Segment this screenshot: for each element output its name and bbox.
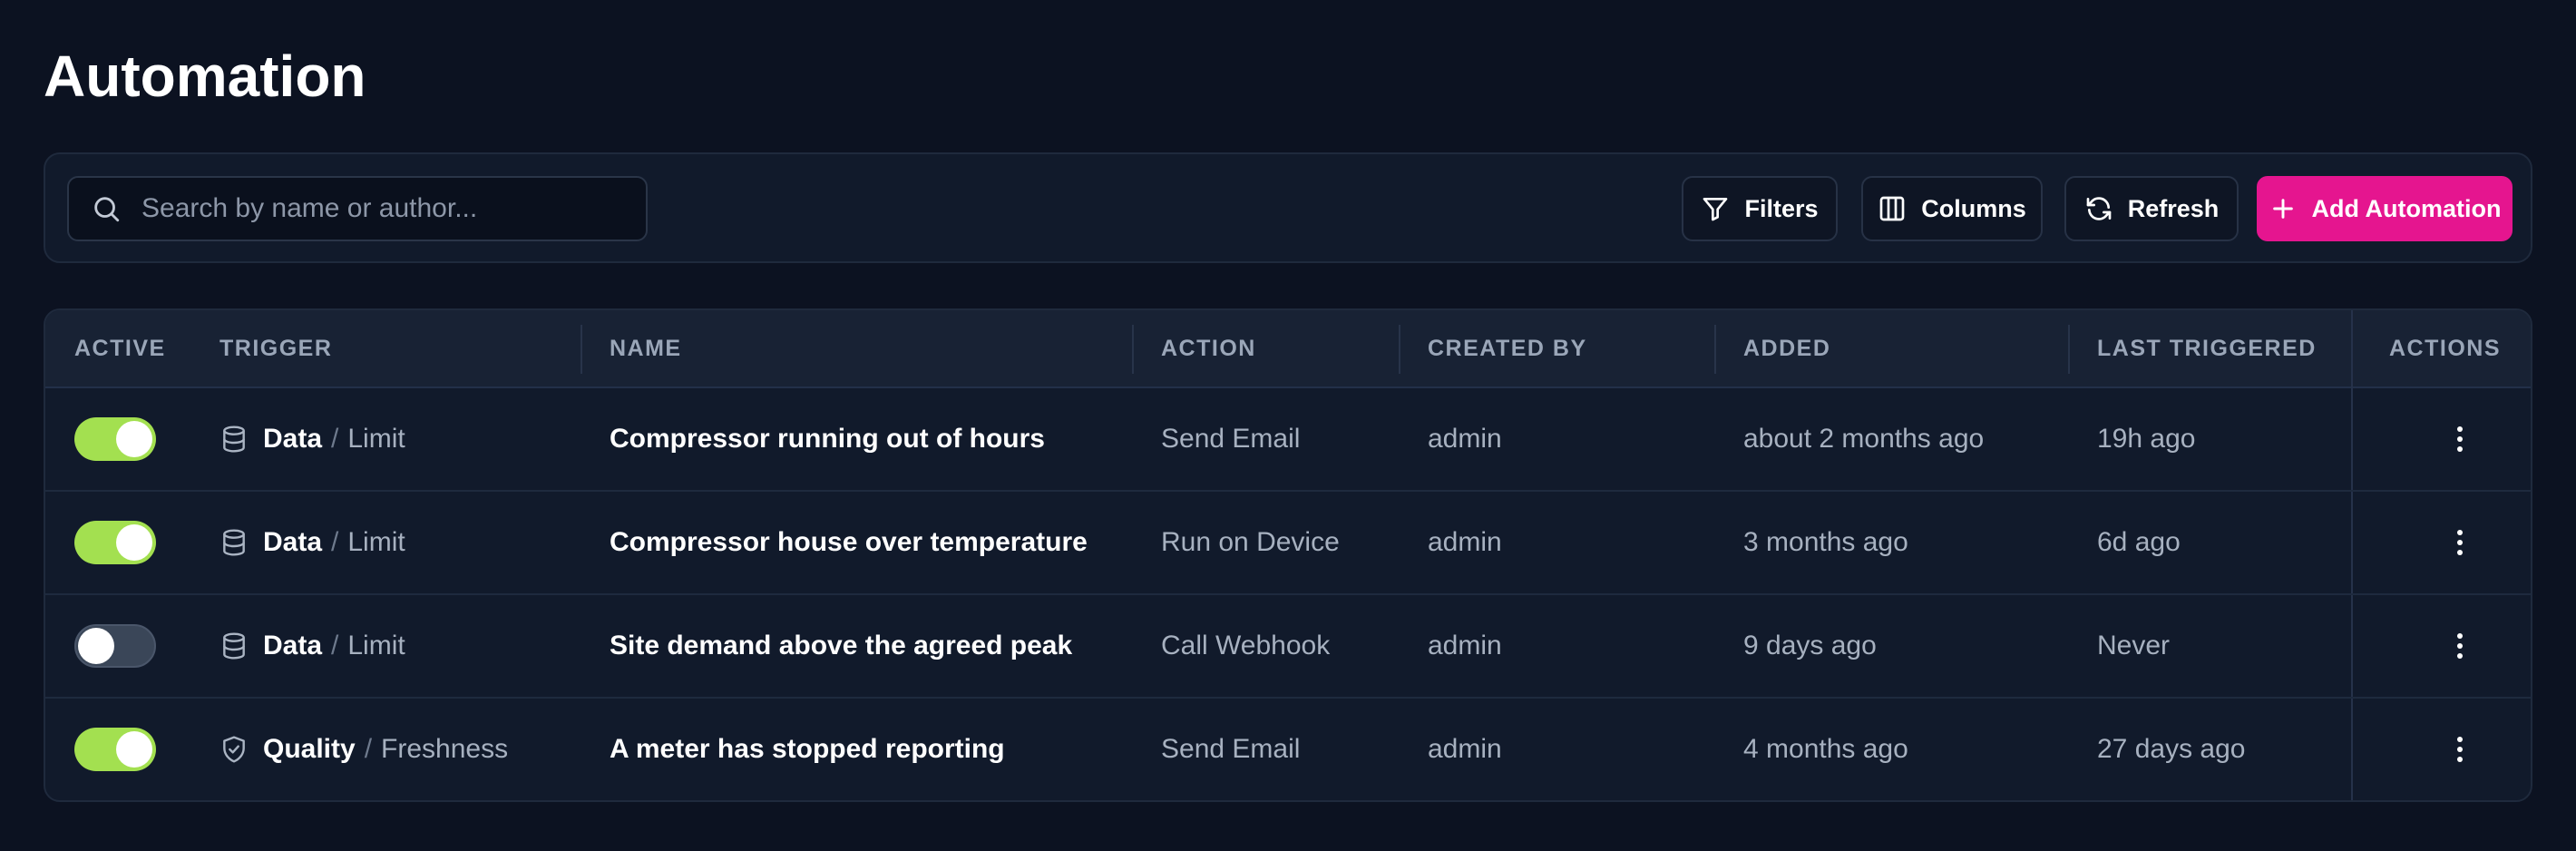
active-toggle[interactable] <box>74 728 156 771</box>
add-automation-button[interactable]: Add Automation <box>2257 176 2513 241</box>
more-vertical-icon <box>2457 426 2463 452</box>
table-row[interactable]: Data / Limit Compressor running out of h… <box>45 388 2531 492</box>
trigger-subtype: Freshness <box>381 734 509 764</box>
column-resize-handle[interactable] <box>1132 325 1134 374</box>
toggle-knob <box>78 628 114 664</box>
automation-name[interactable]: A meter has stopped reporting <box>610 699 1005 800</box>
database-icon <box>223 426 245 453</box>
database-icon <box>223 529 245 556</box>
column-header-trigger[interactable]: TRIGGER <box>220 310 332 386</box>
more-vertical-icon <box>2457 737 2463 762</box>
automation-table: ACTIVE TRIGGER NAME ACTION CREATED BY AD… <box>44 308 2532 802</box>
last-triggered-cell: 19h ago <box>2097 424 2196 454</box>
column-resize-handle[interactable] <box>1714 325 1716 374</box>
search-input[interactable] <box>141 193 646 224</box>
row-actions-menu-button[interactable] <box>2442 731 2478 768</box>
automation-name[interactable]: Site demand above the agreed peak <box>610 595 1072 697</box>
trigger-subtype: Limit <box>347 424 405 454</box>
trigger-separator: / <box>331 527 339 557</box>
last-triggered-cell: 27 days ago <box>2097 734 2246 764</box>
column-header-added[interactable]: ADDED <box>1743 310 1830 386</box>
refresh-icon <box>2086 197 2112 220</box>
action-cell: Send Email <box>1161 734 1301 764</box>
action-cell: Run on Device <box>1161 527 1340 557</box>
shield-check-icon <box>223 736 245 763</box>
active-toggle[interactable] <box>74 521 156 564</box>
added-cell: about 2 months ago <box>1743 424 1985 454</box>
table-header: ACTIVE TRIGGER NAME ACTION CREATED BY AD… <box>45 310 2531 388</box>
column-header-active[interactable]: ACTIVE <box>74 310 166 386</box>
trigger-type: Quality <box>263 734 356 764</box>
row-actions-menu-button[interactable] <box>2442 421 2478 457</box>
table-row[interactable]: Quality / Freshness A meter has stopped … <box>45 699 2531 800</box>
row-actions-menu-button[interactable] <box>2442 524 2478 561</box>
added-cell: 3 months ago <box>1743 527 1908 557</box>
plus-icon <box>2272 199 2293 219</box>
table-row[interactable]: Data / Limit Compressor house over tempe… <box>45 492 2531 595</box>
trigger-type: Data <box>263 631 323 660</box>
automation-page: Automation Filters Columns Refresh Add A… <box>0 0 2576 851</box>
row-actions-menu-button[interactable] <box>2442 628 2478 664</box>
trigger-subtype: Limit <box>347 631 405 660</box>
last-triggered-cell: 6d ago <box>2097 527 2181 557</box>
column-header-last-triggered[interactable]: LAST TRIGGERED <box>2097 310 2317 386</box>
trigger-separator: / <box>364 734 373 764</box>
trigger-type: Data <box>263 527 323 557</box>
created-by-cell: admin <box>1428 424 1502 454</box>
filters-button-label: Filters <box>1744 194 1819 222</box>
automation-name[interactable]: Compressor running out of hours <box>610 388 1045 490</box>
more-vertical-icon <box>2457 530 2463 555</box>
last-triggered-cell: Never <box>2097 631 2171 660</box>
columns-button-label: Columns <box>1921 194 2026 222</box>
active-toggle[interactable] <box>74 624 156 668</box>
search-icon <box>94 197 120 222</box>
add-automation-button-label: Add Automation <box>2311 194 2502 222</box>
trigger-separator: / <box>331 424 339 454</box>
added-cell: 4 months ago <box>1743 734 1908 764</box>
search-box[interactable] <box>67 176 648 241</box>
created-by-cell: admin <box>1428 631 1502 660</box>
trigger-type: Data <box>263 424 323 454</box>
column-header-name[interactable]: NAME <box>610 310 682 386</box>
refresh-button[interactable]: Refresh <box>2064 176 2239 241</box>
filter-icon <box>1703 198 1728 221</box>
trigger-separator: / <box>331 631 339 660</box>
action-cell: Call Webhook <box>1161 631 1331 660</box>
toolbar: Filters Columns Refresh Add Automation <box>44 152 2532 263</box>
column-header-actions: ACTIONS <box>2389 336 2501 361</box>
created-by-cell: admin <box>1428 734 1502 764</box>
added-cell: 9 days ago <box>1743 631 1877 660</box>
trigger-subtype: Limit <box>347 527 405 557</box>
filters-button[interactable]: Filters <box>1682 176 1838 241</box>
trigger-cell: Quality / Freshness <box>220 699 508 800</box>
column-header-created-by[interactable]: CREATED BY <box>1428 310 1587 386</box>
page-title: Automation <box>44 44 366 109</box>
database-icon <box>223 632 245 660</box>
toggle-knob <box>116 731 152 768</box>
toggle-knob <box>116 524 152 561</box>
created-by-cell: admin <box>1428 527 1502 557</box>
trigger-cell: Data / Limit <box>220 388 405 490</box>
toggle-knob <box>116 421 152 457</box>
column-header-action[interactable]: ACTION <box>1161 310 1256 386</box>
column-resize-handle[interactable] <box>581 325 582 374</box>
refresh-button-label: Refresh <box>2127 194 2220 222</box>
trigger-cell: Data / Limit <box>220 595 405 697</box>
more-vertical-icon <box>2457 633 2463 659</box>
columns-icon <box>1879 196 1905 221</box>
column-resize-handle[interactable] <box>2068 325 2070 374</box>
trigger-cell: Data / Limit <box>220 492 405 593</box>
table-row[interactable]: Data / Limit Site demand above the agree… <box>45 595 2531 699</box>
columns-button[interactable]: Columns <box>1861 176 2043 241</box>
column-resize-handle[interactable] <box>1399 325 1400 374</box>
automation-name[interactable]: Compressor house over temperature <box>610 492 1088 593</box>
active-toggle[interactable] <box>74 417 156 461</box>
action-cell: Send Email <box>1161 424 1301 454</box>
